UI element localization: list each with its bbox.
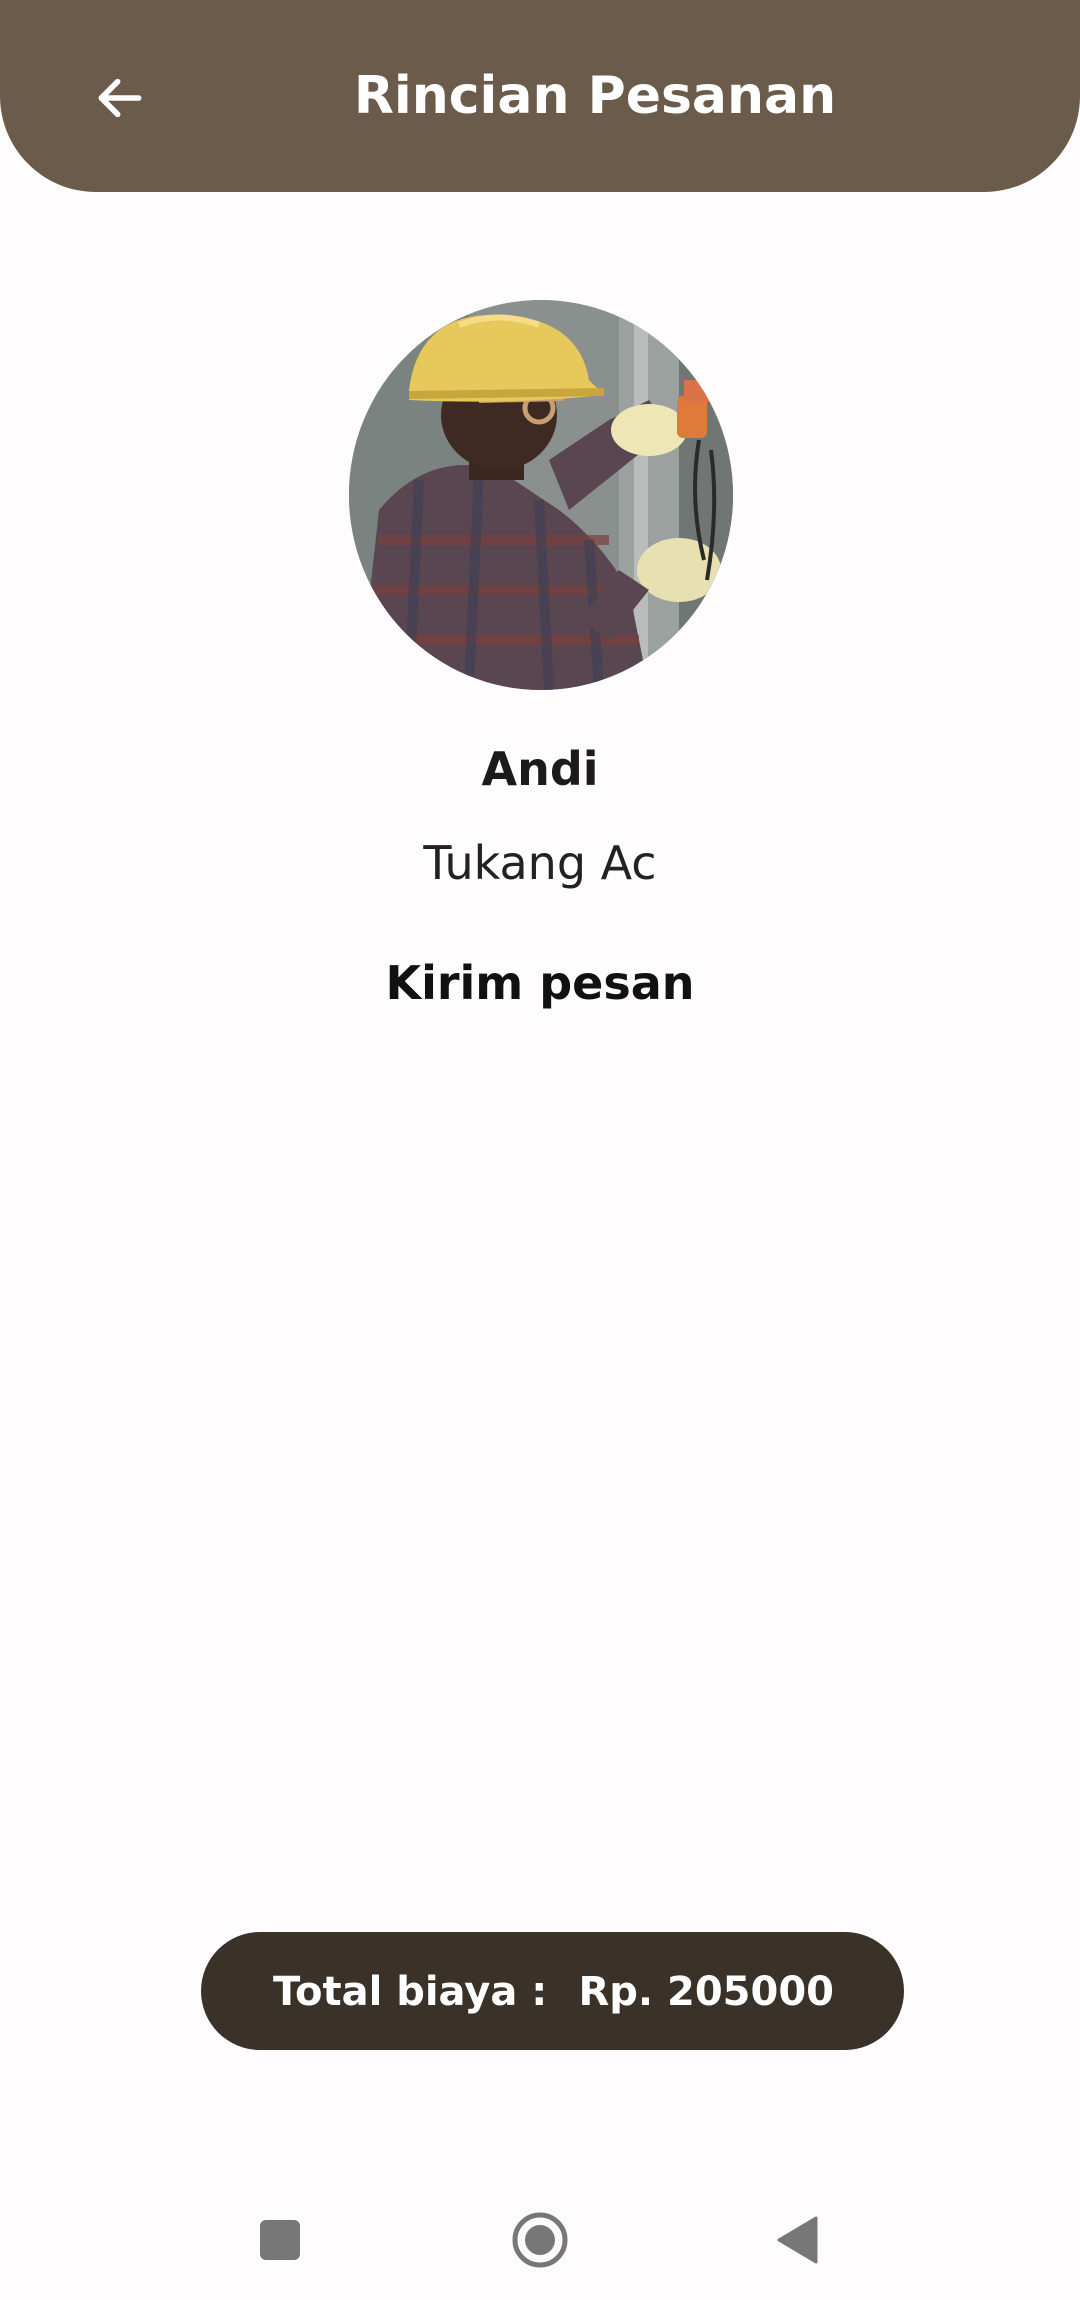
send-message-container: Kirim pesan <box>0 956 1080 1010</box>
square-icon <box>260 2220 300 2260</box>
system-back-button[interactable] <box>766 2208 830 2272</box>
worker-avatar <box>349 300 733 690</box>
arrow-left-icon <box>98 78 142 118</box>
worker-role: Tukang Ac <box>423 836 657 890</box>
total-cost-label: Total biaya : <box>273 1969 548 2015</box>
system-navigation-bar <box>0 2180 1080 2300</box>
back-button[interactable] <box>80 58 160 138</box>
total-cost-value: Rp. 205000 <box>578 1969 834 2015</box>
worker-photo <box>349 300 733 690</box>
order-details-screen: Rincian Pesanan Andi Tukang Ac Kirim pes… <box>0 0 1080 2300</box>
home-button[interactable] <box>508 2208 572 2272</box>
total-cost-bar: Total biaya : Rp. 205000 <box>201 1932 904 2050</box>
worker-name: Andi <box>481 742 599 796</box>
triangle-back-icon <box>777 2216 818 2264</box>
send-message-link[interactable]: Kirim pesan <box>385 956 694 1010</box>
page-title: Rincian Pesanan <box>353 66 837 126</box>
app-header: Rincian Pesanan <box>0 0 1080 192</box>
header-title-container: Rincian Pesanan <box>170 0 1080 192</box>
circle-icon <box>512 2212 568 2268</box>
recents-button[interactable] <box>248 2208 312 2272</box>
